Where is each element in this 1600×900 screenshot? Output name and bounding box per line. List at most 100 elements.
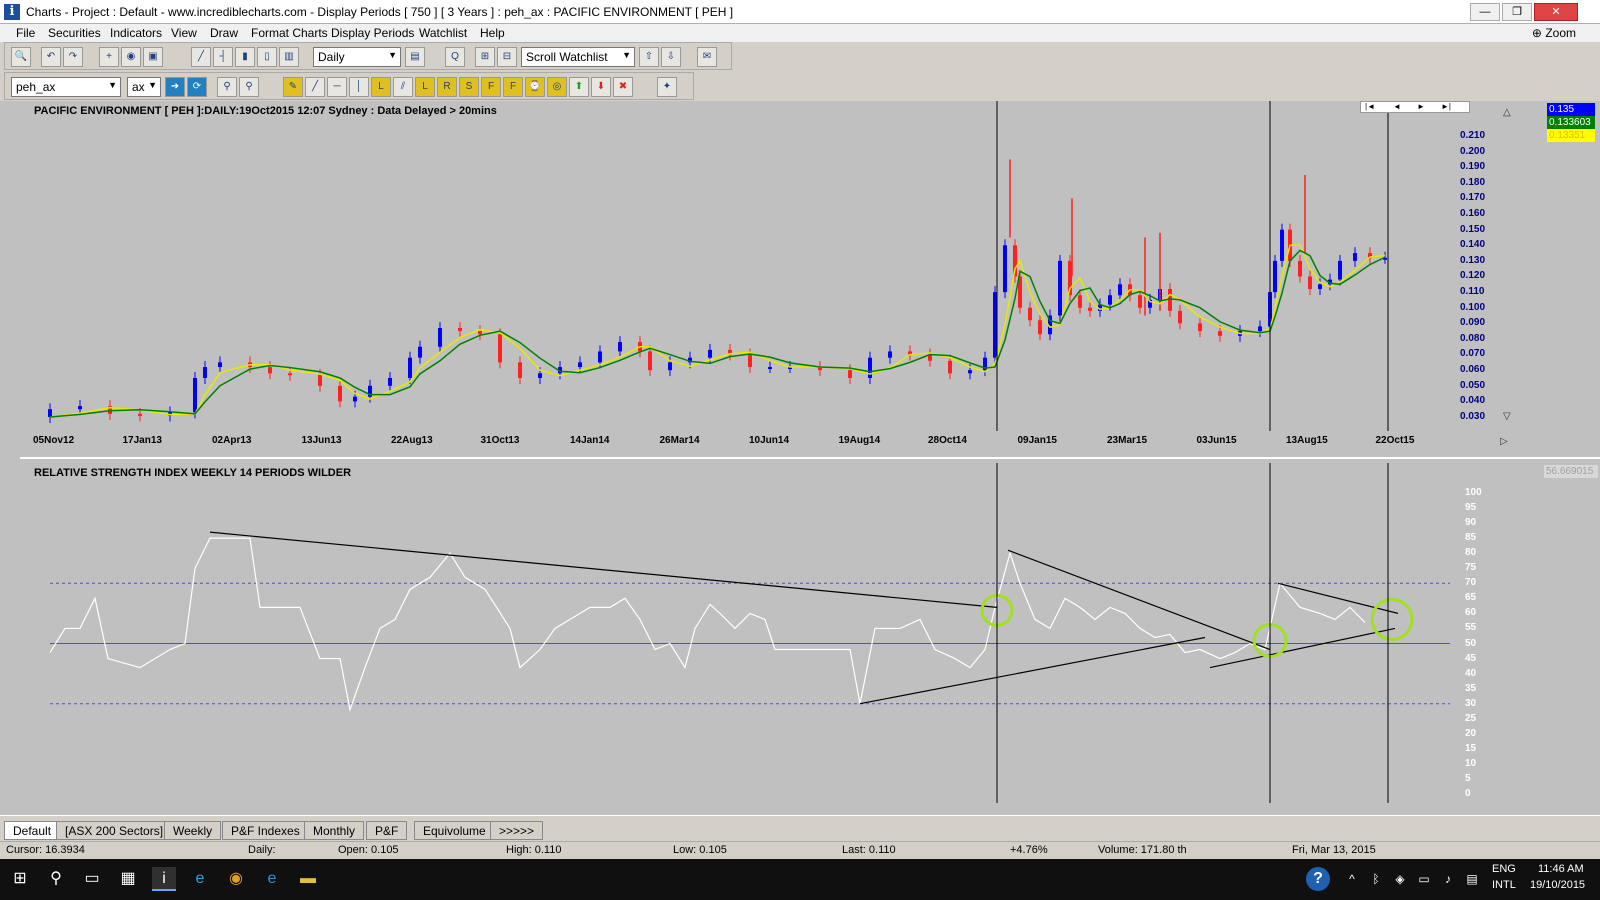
ie-icon[interactable]: e [188,867,212,891]
layout-icon[interactable]: ▣ [143,47,163,67]
menu-display-periods[interactable]: Display Periods [331,26,414,40]
trendline-icon[interactable]: ╱ [305,77,325,97]
fibonacci-icon[interactable]: F [481,77,501,97]
defender-icon[interactable]: ◈ [1388,867,1412,891]
find-icon[interactable]: ⚲ [239,77,259,97]
task-view-icon[interactable]: ▭ [80,867,104,891]
bluetooth-icon[interactable]: ᛒ [1364,867,1388,891]
nav-last-icon[interactable]: ►| [1441,102,1451,111]
menu-watchlist[interactable]: Watchlist [419,26,467,40]
tab-default[interactable]: Default [4,821,61,840]
bar-chart-icon[interactable]: ┤ [213,47,233,67]
menu-draw[interactable]: Draw [210,26,238,40]
speed-icon[interactable]: S [459,77,479,97]
arrow-down-icon[interactable]: ⇩ [661,47,681,67]
volume-icon[interactable]: ♪ [1436,867,1460,891]
symbol-input[interactable]: peh_ax ▼ [11,77,121,97]
price-y-tick: 0.180 [1460,176,1486,188]
clock-date[interactable]: 19/10/2015 [1530,879,1585,891]
language-label[interactable]: ENG [1492,863,1516,875]
tab-pf-indexes[interactable]: P&F Indexes [222,821,309,840]
main-toolbar: 🔍 ↶ ↷ + ◉ ▣ ╱ ┤ ▮ ▯ ▥ Daily ▼ ▤ Q ⊞ ⊟ Scr… [4,42,732,70]
price-y-tick: 0.160 [1460,208,1486,219]
volume-icon[interactable]: ▥ [279,47,299,67]
menu-indicators[interactable]: Indicators [110,26,162,40]
rsi-pane[interactable]: RELATIVE STRENGTH INDEX WEEKLY 14 PERIOD… [20,463,1600,815]
remove-watchlist-icon[interactable]: ⊟ [497,47,517,67]
tab-pf[interactable]: P&F [366,821,408,840]
menu-format-charts[interactable]: Format Charts [251,26,328,40]
tab-more[interactable]: >>>>> [490,821,544,840]
nav-controls: |◄ ◄ ► ►| [1360,101,1470,113]
parallel-icon[interactable]: ⫽ [393,77,413,97]
go-icon[interactable]: ➜ [165,77,185,97]
menu-file[interactable]: File [16,26,35,40]
zoom-button[interactable]: ⊕ Zoom [1532,26,1576,40]
rsi-y-tick: 35 [1465,682,1477,694]
add-watchlist-icon[interactable]: ⊞ [475,47,495,67]
redo-icon[interactable]: ↷ [63,47,83,67]
tab-weekly[interactable]: Weekly [164,821,222,840]
price-y-tick: 0.070 [1460,348,1486,360]
circle-icon[interactable]: ◎ [547,77,567,97]
help-icon[interactable]: ? [1306,867,1330,891]
refresh-icon[interactable]: ⟳ [187,77,207,97]
candlestick-icon[interactable]: ▮ [235,47,255,67]
tab-monthly[interactable]: Monthly [304,821,365,840]
edge-icon[interactable]: e [260,867,284,891]
tab-equivolume[interactable]: Equivolume [414,821,495,840]
indicator-icon[interactable]: ◉ [121,47,141,67]
network-icon[interactable]: ▭ [1412,867,1436,891]
query-icon[interactable]: Q [445,47,465,67]
binoculars-icon[interactable]: ⚲ [217,77,237,97]
calculator-icon[interactable]: ▦ [116,867,140,891]
nav-prev-icon[interactable]: ◄ [1393,102,1401,111]
lin-regression-icon[interactable]: L [415,77,435,97]
period-select[interactable]: Daily ▼ [313,47,401,67]
ohlc-icon[interactable]: ▯ [257,47,277,67]
explorer-icon[interactable]: ▬ [296,867,320,891]
exchange-select[interactable]: ax ▼ [127,77,161,97]
fan-icon[interactable]: F [503,77,523,97]
maximize-button[interactable]: ❐ [1502,3,1532,21]
nav-first-icon[interactable]: |◄ [1365,102,1375,111]
sell-arrow-icon[interactable]: ⬇ [591,77,611,97]
mail-icon[interactable]: ✉ [697,47,717,67]
delete-icon[interactable]: ✖ [613,77,633,97]
menu-help[interactable]: Help [480,26,505,40]
add-chart-icon[interactable]: + [99,47,119,67]
windows-start-icon[interactable]: ⊞ [8,867,32,891]
vline-icon[interactable]: │ [349,77,369,97]
buy-arrow-icon[interactable]: ⬆ [569,77,589,97]
chart-type-icon[interactable]: ▤ [405,47,425,67]
chrome-icon[interactable]: ◉ [224,867,248,891]
nav-next-icon[interactable]: ► [1417,102,1425,111]
pencil-icon[interactable]: ✎ [283,77,303,97]
close-button[interactable]: ✕ [1534,3,1578,21]
arrow-up-icon[interactable]: ⇧ [639,47,659,67]
status-period: Daily: [248,844,276,856]
tab-asx200[interactable]: [ASX 200 Sectors] [56,821,173,840]
chevron-down-icon: ▼ [388,50,397,60]
line-chart-icon[interactable]: ╱ [191,47,211,67]
magic-icon[interactable]: ✦ [657,77,677,97]
lin-icon[interactable]: L [371,77,391,97]
menu-securities[interactable]: Securities [48,26,101,40]
watchlist-select[interactable]: Scroll Watchlist ▼ [521,47,635,67]
status-high: High: 0.110 [506,844,562,856]
hline-icon[interactable]: ─ [327,77,347,97]
chevron-up-icon[interactable]: ^ [1340,867,1364,891]
magnifier-icon[interactable]: 🔍 [11,47,31,67]
price-pane[interactable]: PACIFIC ENVIRONMENT [ PEH ]:DAILY:19Oct2… [20,101,1600,459]
time-icon[interactable]: ⌚ [525,77,545,97]
message-icon[interactable]: ▤ [1460,867,1484,891]
undo-icon[interactable]: ↶ [41,47,61,67]
retracement-icon[interactable]: R [437,77,457,97]
minimize-button[interactable]: — [1470,3,1500,21]
menu-view[interactable]: View [171,26,197,40]
clock-time[interactable]: 11:46 AM [1538,863,1584,875]
rsi-y-tick: 0 [1465,788,1471,799]
search-icon[interactable]: ⚲ [44,867,68,891]
language-region[interactable]: INTL [1492,879,1516,891]
incrediblecharts-icon[interactable]: i [152,867,176,891]
